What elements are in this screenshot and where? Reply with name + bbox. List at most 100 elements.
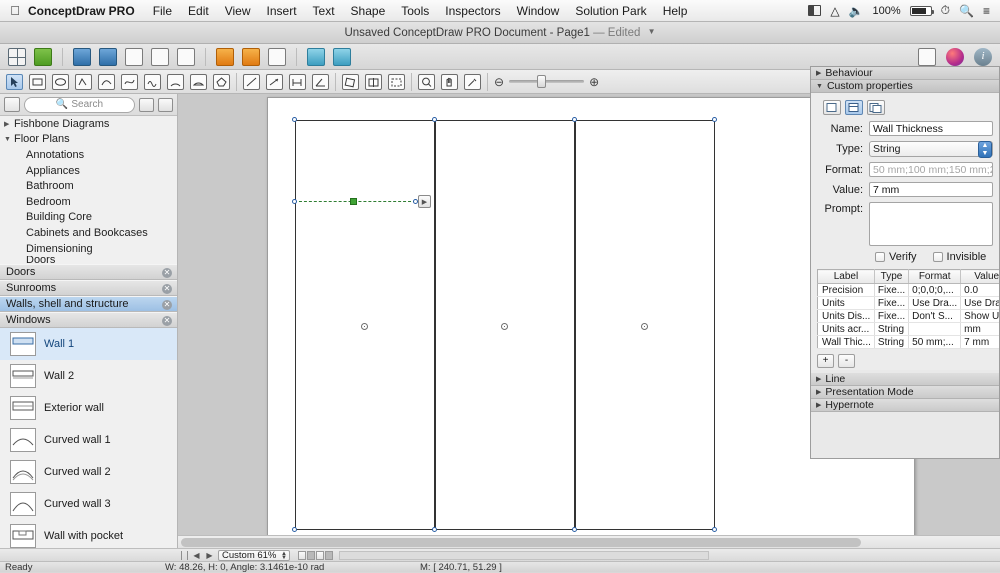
shape-item-wall-1[interactable]: Wall 1 xyxy=(0,328,177,360)
library-group-windows[interactable]: Windows ✕ xyxy=(0,312,177,328)
tree-item-fishbone-diagrams[interactable]: ▶Fishbone Diagrams xyxy=(0,116,177,132)
value-field[interactable]: 7 mm xyxy=(869,182,993,197)
wifi-icon[interactable]: △ xyxy=(830,4,839,18)
tree-item-building-core[interactable]: Building Core xyxy=(0,210,177,226)
menu-item-text[interactable]: Text xyxy=(313,4,335,18)
selection-handle[interactable] xyxy=(572,117,577,122)
polygon-tool[interactable] xyxy=(213,74,230,90)
shape-item-curved-wall-2[interactable]: Curved wall 2 xyxy=(0,456,177,488)
tree-item-floor-plans[interactable]: ▼Floor Plans xyxy=(0,132,177,148)
menu-item-window[interactable]: Window xyxy=(517,4,560,18)
crop-tool[interactable] xyxy=(388,74,405,90)
page-tab-strip[interactable] xyxy=(339,551,709,560)
scrollbar-thumb[interactable] xyxy=(181,538,861,547)
flip-tool[interactable] xyxy=(365,74,382,90)
volume-icon[interactable]: 🔈 xyxy=(849,4,864,18)
selection-handle[interactable] xyxy=(432,527,437,532)
add-property-button[interactable]: + xyxy=(817,354,834,368)
library-group-walls-shell-and-structure[interactable]: Walls, shell and structure ✕ xyxy=(0,296,177,312)
page-tab[interactable] xyxy=(298,551,306,560)
table-row[interactable]: Wall Thic... String 50 mm;... 7 mm xyxy=(818,336,1000,349)
shape-item-wall-with-pocket[interactable]: Wall with pocket xyxy=(0,520,177,548)
keyboard-icon[interactable] xyxy=(808,5,821,16)
shape-item-wall-2[interactable]: Wall 2 xyxy=(0,360,177,392)
grid-icon[interactable] xyxy=(8,48,26,66)
page-tab[interactable] xyxy=(307,551,315,560)
zoom-slider-knob[interactable] xyxy=(537,75,546,88)
clock-icon[interactable]: ⏱ xyxy=(941,3,950,18)
stepper-arrows-icon[interactable]: ▲▼ xyxy=(978,141,992,158)
zoom-in-icon[interactable]: ⊕ xyxy=(589,75,599,89)
close-icon[interactable]: ✕ xyxy=(162,268,172,278)
selection-handle[interactable] xyxy=(292,117,297,122)
color-fill-icon[interactable] xyxy=(216,48,234,66)
angle-tool[interactable] xyxy=(312,74,329,90)
menu-item-view[interactable]: View xyxy=(225,4,251,18)
library-icon[interactable] xyxy=(34,48,52,66)
arrow-tool[interactable] xyxy=(266,74,283,90)
action-menu-icon[interactable]: ▶ xyxy=(418,195,431,208)
library-group-sunrooms[interactable]: Sunrooms ✕ xyxy=(0,280,177,296)
rectangle-tool[interactable] xyxy=(29,74,46,90)
stepper-arrows-icon[interactable]: ▲▼ xyxy=(281,552,287,560)
connector-icon[interactable] xyxy=(307,48,325,66)
inspector-section-custom-properties[interactable]: ▼ Custom properties xyxy=(811,80,999,93)
selection-handle[interactable] xyxy=(432,117,437,122)
search-icon[interactable]: 🔍 xyxy=(959,4,974,18)
bezier-tool[interactable] xyxy=(121,74,138,90)
hand-tool[interactable] xyxy=(441,74,458,90)
title-chevron-down-icon[interactable]: ▼ xyxy=(648,27,656,36)
line-endpoint-handle[interactable] xyxy=(292,199,297,204)
column-header-value[interactable]: Value xyxy=(961,270,1000,284)
rotate-tool[interactable] xyxy=(342,74,359,90)
shape-item-curved-wall-1[interactable]: Curved wall 1 xyxy=(0,424,177,456)
pointer-tool[interactable] xyxy=(6,74,23,90)
copy-shape-icon[interactable] xyxy=(99,48,117,66)
battery-icon[interactable] xyxy=(910,6,932,16)
inspector-section-behaviour[interactable]: ▶ Behaviour xyxy=(811,67,999,80)
search-input[interactable]: 🔍 Search xyxy=(24,97,135,113)
ellipse-tool[interactable] xyxy=(52,74,69,90)
menu-item-edit[interactable]: Edit xyxy=(188,4,209,18)
arc-tool[interactable] xyxy=(167,74,184,90)
table-row[interactable]: Units Dis... Fixe... Don't S... Show Un xyxy=(818,310,1000,323)
freehand-tool[interactable] xyxy=(144,74,161,90)
search-submit-icon[interactable] xyxy=(158,98,173,112)
new-shape-icon[interactable] xyxy=(73,48,91,66)
line-tool[interactable] xyxy=(243,74,260,90)
line-style-icon[interactable] xyxy=(242,48,260,66)
zoom-in-tool[interactable] xyxy=(418,74,435,90)
page-bar-grip[interactable] xyxy=(181,551,188,560)
chevron-down-icon[interactable]: ▼ xyxy=(4,136,14,143)
chevron-right-icon[interactable]: ▶ xyxy=(4,120,14,128)
zoom-out-icon[interactable]: ⊖ xyxy=(494,75,504,89)
menu-item-shape[interactable]: Shape xyxy=(351,4,386,18)
prev-page-icon[interactable]: ◀ xyxy=(192,551,201,560)
shape-item-curved-wall-3[interactable]: Curved wall 3 xyxy=(0,488,177,520)
inspector-section-line[interactable]: ▶ Line xyxy=(811,373,999,386)
verify-checkbox[interactable] xyxy=(875,252,885,262)
tab-properties-custom[interactable] xyxy=(845,100,863,115)
polyline-tool[interactable] xyxy=(75,74,92,90)
distribute-icon[interactable] xyxy=(151,48,169,66)
align-icon[interactable] xyxy=(125,48,143,66)
tab-properties-general[interactable] xyxy=(823,100,841,115)
inspector-section-presentation-mode[interactable]: ▶ Presentation Mode xyxy=(811,386,999,399)
info-icon[interactable]: i xyxy=(974,48,992,66)
column-header-type[interactable]: Type xyxy=(874,270,908,284)
zoom-slider[interactable] xyxy=(509,80,584,83)
tree-item-bathroom[interactable]: Bathroom xyxy=(0,178,177,194)
chord-tool[interactable] xyxy=(190,74,207,90)
name-field[interactable]: Wall Thickness xyxy=(869,121,993,136)
tree-item-bedroom[interactable]: Bedroom xyxy=(0,194,177,210)
dimension-tool[interactable] xyxy=(289,74,306,90)
menu-item-insert[interactable]: Insert xyxy=(267,4,297,18)
menu-item-help[interactable]: Help xyxy=(663,4,688,18)
horizontal-scrollbar[interactable] xyxy=(178,535,1000,548)
type-select[interactable]: String ▲▼ xyxy=(869,141,993,157)
library-group-doors[interactable]: Doors ✕ xyxy=(0,264,177,280)
selection-handle[interactable] xyxy=(292,527,297,532)
table-row[interactable]: Units Fixe... Use Dra... Use Dra... xyxy=(818,297,1000,310)
column-header-label[interactable]: Label xyxy=(818,270,875,284)
page-tab[interactable] xyxy=(325,551,333,560)
